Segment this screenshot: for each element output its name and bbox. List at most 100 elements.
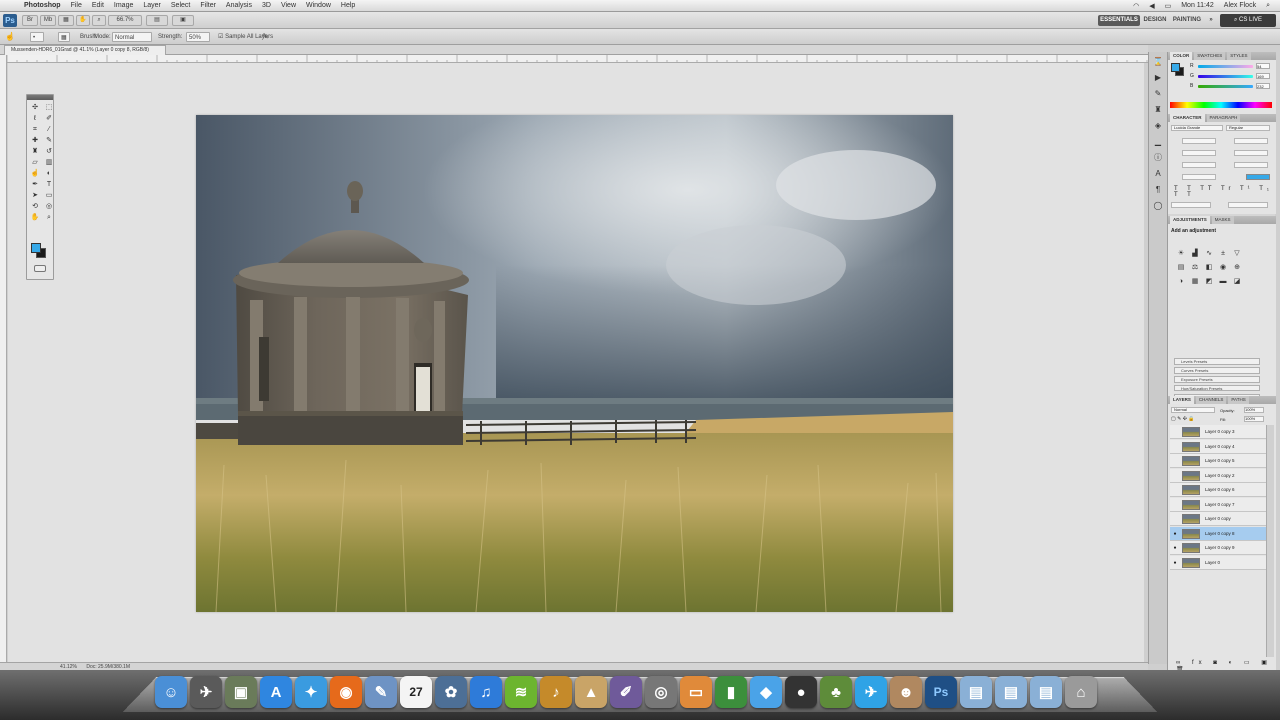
layers-scrollbar[interactable] bbox=[1266, 425, 1274, 657]
brush-app-icon[interactable]: ✐ bbox=[610, 676, 642, 708]
layer-visibility-eye-icon[interactable]: ● bbox=[1172, 560, 1178, 566]
menu-app-name[interactable]: Photoshop bbox=[24, 2, 61, 9]
wifi-icon[interactable]: ◠ bbox=[1133, 2, 1139, 10]
workspace-painting[interactable]: PAINTING bbox=[1170, 15, 1204, 26]
screenshot-icon[interactable]: ◎ bbox=[645, 676, 677, 708]
path-select-tool-icon[interactable]: ➤ bbox=[30, 191, 40, 200]
layer-visibility-eye-icon[interactable] bbox=[1172, 458, 1178, 464]
3d-orbit-tool-icon[interactable]: ◎ bbox=[44, 202, 54, 211]
vertical-scale-field[interactable] bbox=[1182, 162, 1216, 168]
layer-row[interactable]: Layer 0 copy 7 bbox=[1170, 497, 1266, 512]
workspace-design[interactable]: DESIGN bbox=[1142, 15, 1168, 26]
keynote-icon[interactable]: ▭ bbox=[680, 676, 712, 708]
twitter-icon[interactable]: ✈ bbox=[855, 676, 887, 708]
mode-dropdown[interactable]: Normal bbox=[112, 32, 152, 42]
green-slider[interactable] bbox=[1198, 75, 1253, 78]
navigator-icon[interactable]: ◈ bbox=[1152, 120, 1164, 132]
arrange-documents-button[interactable]: ▤ bbox=[146, 15, 168, 26]
layer-row[interactable]: Layer 0 copy 6 bbox=[1170, 483, 1266, 497]
dodge-tool-icon[interactable]: ◐ bbox=[44, 169, 54, 178]
tracking-field[interactable] bbox=[1234, 150, 1268, 156]
layer-row[interactable]: ● Layer 0 copy 8 bbox=[1170, 526, 1266, 541]
history-icon[interactable]: ⌛ bbox=[1152, 56, 1164, 68]
preset-curves[interactable]: Curves Presets bbox=[1174, 367, 1260, 374]
preset-hue-saturation[interactable]: Hue/Saturation Presets bbox=[1174, 385, 1260, 391]
layer-row[interactable]: ● Layer 0 bbox=[1170, 555, 1266, 570]
tab-styles[interactable]: STYLES bbox=[1227, 52, 1251, 60]
tab-channels[interactable]: CHANNELS bbox=[1195, 396, 1227, 404]
blend-mode-dropdown[interactable]: Normal bbox=[1171, 407, 1215, 413]
finder-icon[interactable]: ☺ bbox=[155, 676, 187, 708]
paragraph-icon[interactable]: ¶ bbox=[1152, 184, 1164, 196]
kerning-field[interactable] bbox=[1182, 150, 1216, 156]
layer-row[interactable]: Layer 0 copy 2 bbox=[1170, 468, 1266, 483]
brightness-contrast-icon[interactable]: ☀ bbox=[1176, 249, 1186, 258]
spotlight-icon[interactable]: ⌕ bbox=[1266, 2, 1270, 10]
menubar-user[interactable]: Alex Flock bbox=[1224, 2, 1256, 9]
quick-select-tool-icon[interactable]: ✐ bbox=[44, 114, 54, 123]
photo-filter-icon[interactable]: ◉ bbox=[1218, 263, 1228, 272]
font-style-dropdown[interactable]: Regular bbox=[1226, 125, 1270, 131]
layer-visibility-eye-icon[interactable] bbox=[1172, 429, 1178, 435]
photo-app-icon[interactable]: ▲ bbox=[575, 676, 607, 708]
layer-visibility-eye-icon[interactable] bbox=[1172, 473, 1178, 479]
app-store-icon[interactable]: A bbox=[260, 676, 292, 708]
invert-icon[interactable]: ◑ bbox=[1176, 277, 1186, 286]
gradient-map-icon[interactable]: ▬ bbox=[1218, 277, 1228, 286]
smudge-tool-icon[interactable]: ☝ bbox=[5, 32, 19, 42]
finger-painting-icon[interactable]: ✎ bbox=[262, 32, 269, 42]
evernote-icon[interactable]: ♣ bbox=[820, 676, 852, 708]
workspace-more-icon[interactable]: » bbox=[1206, 15, 1216, 26]
red-slider[interactable] bbox=[1198, 65, 1253, 68]
type-style-buttons[interactable]: T T TT Tr T¹ T₁ T T bbox=[1174, 186, 1276, 198]
quick-mask-icon[interactable] bbox=[34, 265, 46, 272]
hand-tool-button[interactable]: ✋ bbox=[76, 15, 90, 26]
menu-3d[interactable]: 3D bbox=[262, 2, 271, 9]
lasso-tool-icon[interactable]: ℓ bbox=[30, 114, 40, 123]
baseline-shift-field[interactable] bbox=[1182, 174, 1216, 180]
folder-icon[interactable]: ▤ bbox=[995, 676, 1027, 708]
view-extras-button[interactable]: ▦ bbox=[58, 15, 74, 26]
smudge-tool-icon[interactable]: ☝ bbox=[30, 169, 40, 178]
clone-stamp-tool-icon[interactable]: ♜ bbox=[30, 147, 40, 156]
posterize-icon[interactable]: ▦ bbox=[1190, 277, 1200, 286]
menu-edit[interactable]: Edit bbox=[92, 2, 104, 9]
strength-field[interactable]: 50% bbox=[186, 32, 210, 42]
brushes-icon[interactable]: ✎ bbox=[1152, 88, 1164, 100]
numbers-icon[interactable]: ▮ bbox=[715, 676, 747, 708]
eraser-tool-icon[interactable]: ▱ bbox=[30, 158, 40, 167]
channel-mixer-icon[interactable]: ⊕ bbox=[1232, 263, 1242, 272]
menu-window[interactable]: Window bbox=[306, 2, 331, 9]
itunes-icon[interactable]: ♫ bbox=[470, 676, 502, 708]
hand-tool-icon[interactable]: ✋ bbox=[30, 213, 40, 222]
iphoto-icon[interactable]: ✿ bbox=[435, 676, 467, 708]
vibrance-icon[interactable]: ▽ bbox=[1232, 249, 1242, 258]
layer-row[interactable]: Layer 0 copy bbox=[1170, 512, 1266, 526]
gradient-tool-icon[interactable]: ▥ bbox=[44, 158, 54, 167]
menu-help[interactable]: Help bbox=[341, 2, 355, 9]
layer-row[interactable]: Layer 0 copy 4 bbox=[1170, 439, 1266, 454]
layer-visibility-eye-icon[interactable]: ● bbox=[1172, 545, 1178, 551]
calendar-icon[interactable]: 27 bbox=[400, 676, 432, 708]
crop-tool-icon[interactable]: ⌗ bbox=[30, 125, 40, 134]
screen-mode-button[interactable]: ▣ bbox=[172, 15, 194, 26]
layer-visibility-eye-icon[interactable] bbox=[1172, 487, 1178, 493]
font-size-field[interactable] bbox=[1182, 138, 1216, 144]
launchpad-icon[interactable]: ✈ bbox=[190, 676, 222, 708]
color-fg-swatch[interactable] bbox=[1171, 63, 1180, 72]
blue-value-field[interactable]: 232 bbox=[1256, 83, 1270, 89]
brush-tool-icon[interactable]: ✎ bbox=[44, 136, 54, 145]
black-white-icon[interactable]: ◧ bbox=[1204, 263, 1214, 272]
foreground-color-swatch[interactable] bbox=[31, 243, 41, 253]
threshold-icon[interactable]: ◩ bbox=[1204, 277, 1214, 286]
pen-tool-icon[interactable]: ✒ bbox=[30, 180, 40, 189]
vertical-ruler[interactable] bbox=[0, 55, 7, 662]
tab-masks[interactable]: MASKS bbox=[1211, 216, 1234, 224]
blue-slider[interactable] bbox=[1198, 85, 1253, 88]
safari-icon[interactable]: ✦ bbox=[295, 676, 327, 708]
leading-field[interactable] bbox=[1234, 138, 1268, 144]
opacity-field[interactable]: 100% bbox=[1244, 407, 1264, 413]
menu-layer[interactable]: Layer bbox=[143, 2, 161, 9]
fill-field[interactable]: 100% bbox=[1244, 416, 1264, 422]
brush-preset-picker[interactable]: • bbox=[30, 32, 44, 42]
